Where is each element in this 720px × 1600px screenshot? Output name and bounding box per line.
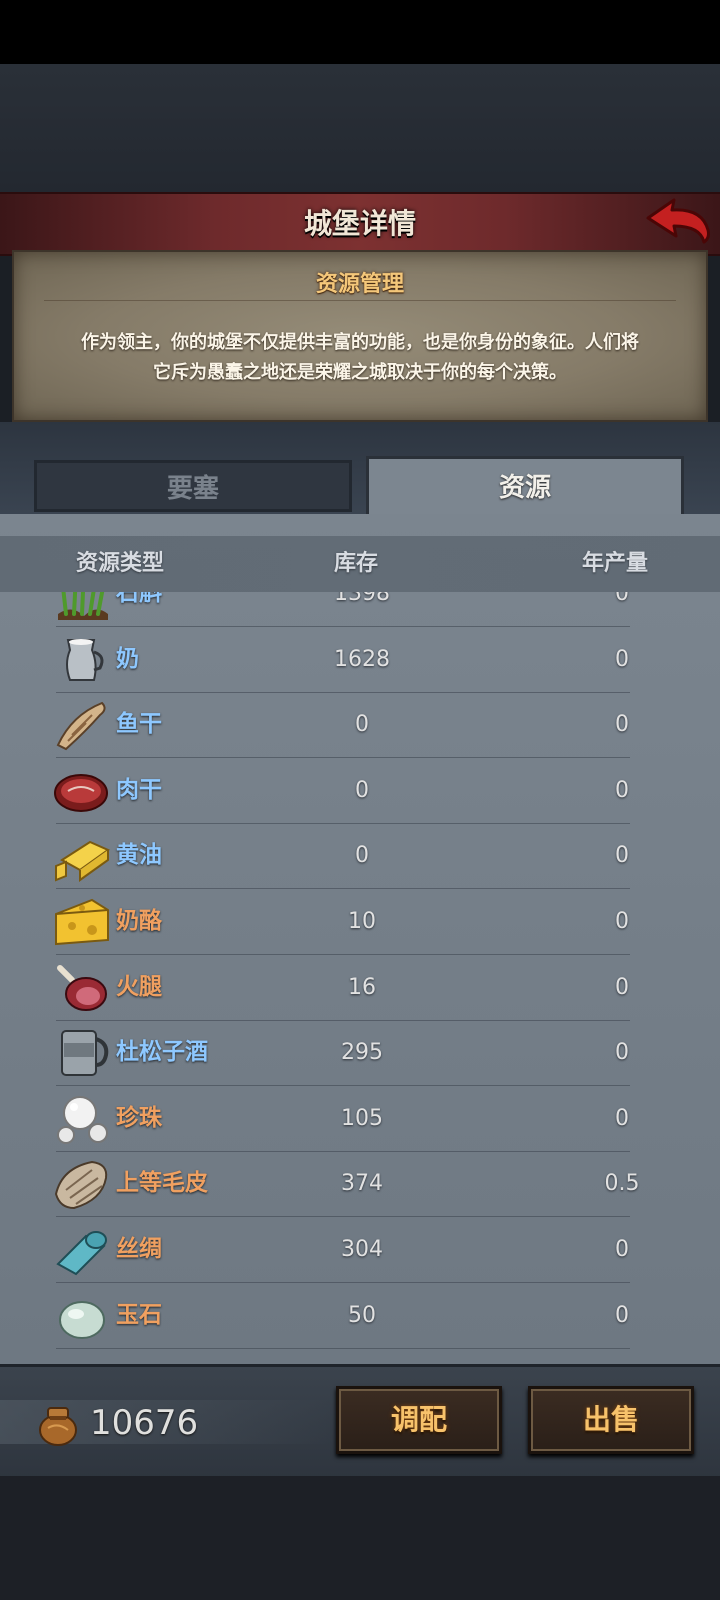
info-panel: 资源管理 作为领主，你的城堡不仅提供丰富的功能，也是你身份的象征。人们将 它斥为… xyxy=(12,250,708,422)
background-bottom xyxy=(0,1476,720,1600)
table-row[interactable]: 奶酪 10 0 xyxy=(0,888,720,955)
resource-name: 鱼干 xyxy=(116,711,162,738)
coin-count: 10676 xyxy=(90,1403,199,1443)
resource-name: 上等毛皮 xyxy=(116,1170,208,1197)
coin-bag-icon xyxy=(36,1400,80,1446)
resource-stock: 0 xyxy=(355,843,369,869)
resource-name: 奶 xyxy=(116,645,139,672)
resource-stock: 50 xyxy=(348,1302,376,1328)
resource-name: 火腿 xyxy=(116,973,162,1000)
resource-name: 珍珠 xyxy=(116,1104,162,1131)
resource-stock: 295 xyxy=(341,1040,383,1066)
resource-yield: 0 xyxy=(615,1040,629,1066)
butter-icon xyxy=(52,826,111,884)
jerky-icon xyxy=(52,761,110,819)
table-row[interactable]: 奶 1628 0 xyxy=(0,626,720,693)
table-row[interactable]: 石斛 1398 0 xyxy=(0,592,720,627)
resource-stock: 10 xyxy=(348,909,376,934)
dried-fish-icon xyxy=(52,695,110,753)
info-title: 资源管理 xyxy=(315,272,404,297)
table-row[interactable]: 玉石 50 0 xyxy=(0,1282,720,1349)
column-header-stock: 库存 xyxy=(334,551,379,576)
fur-icon xyxy=(52,1154,110,1212)
table-header: 资源类型 库存 年产量 xyxy=(0,536,720,592)
table-row[interactable]: 火腿 16 0 xyxy=(0,954,720,1021)
gin-tankard-icon xyxy=(52,1023,110,1081)
resource-yield: 0 xyxy=(615,1237,629,1262)
description-line: 它斥为愚蠢之地还是荣耀之城取决于你的每个决策。 xyxy=(153,362,567,383)
resource-yield: 0 xyxy=(615,1302,629,1328)
resource-list[interactable]: 石斛 1398 0 奶 1628 0 鱼干 0 0 肉干 0 0 黄油 0 0 奶酪 10 0 火腿 16 0 杜松子酒 2… xyxy=(0,592,720,1362)
pearl-icon xyxy=(52,1089,110,1147)
resource-stock: 0 xyxy=(355,777,369,803)
table-row[interactable]: 鱼干 0 0 xyxy=(0,691,720,759)
resource-yield: 0 xyxy=(615,909,629,934)
resource-yield: 0 xyxy=(615,646,629,672)
resource-yield: 0 xyxy=(615,1105,629,1131)
resource-name: 黄油 xyxy=(116,842,162,869)
milk-jug-icon xyxy=(52,630,110,688)
info-description: 作为领主，你的城堡不仅提供丰富的功能，也是你身份的象征。人们将 它斥为愚蠢之地还… xyxy=(44,328,676,388)
table-row[interactable]: 丝绸 304 0 xyxy=(0,1216,720,1283)
resource-name: 石斛 xyxy=(116,592,162,606)
resource-stock: 16 xyxy=(348,974,376,1000)
title-bar: 城堡详情 xyxy=(0,192,720,256)
column-header-yield: 年产量 xyxy=(582,551,649,576)
jade-icon xyxy=(52,1286,110,1344)
resource-stock: 1628 xyxy=(334,646,390,672)
description-line: 作为领主，你的城堡不仅提供丰富的功能，也是你身份的象征。人们将 xyxy=(81,332,639,353)
tab-resources[interactable]: 资源 xyxy=(366,456,684,516)
resource-name: 丝绸 xyxy=(116,1236,162,1262)
status-bar xyxy=(0,0,720,64)
silk-icon xyxy=(52,1220,110,1278)
ham-icon xyxy=(52,958,110,1016)
resource-name: 肉干 xyxy=(116,776,162,803)
table-row[interactable]: 黄油 0 0 xyxy=(0,822,720,890)
resource-stock: 0 xyxy=(355,712,369,738)
resource-stock: 105 xyxy=(341,1105,383,1131)
table-row[interactable]: 杜松子酒 295 0 xyxy=(0,1019,720,1087)
page-title: 城堡详情 xyxy=(303,207,416,240)
table-row[interactable]: 肉干 0 0 xyxy=(0,757,720,824)
row-divider xyxy=(56,1347,630,1349)
resource-stock: 374 xyxy=(341,1171,383,1197)
adjust-button[interactable]: 调配 xyxy=(336,1386,502,1454)
tab-fortress[interactable]: 要塞 xyxy=(34,460,352,512)
table-row[interactable]: 上等毛皮 374 0.5 xyxy=(0,1150,720,1218)
resource-stock: 304 xyxy=(341,1237,383,1262)
sell-button[interactable]: 出售 xyxy=(528,1386,694,1454)
column-header-type: 资源类型 xyxy=(76,551,165,576)
resource-yield: 0.5 xyxy=(604,1171,640,1197)
resource-name: 玉石 xyxy=(116,1301,162,1328)
resource-name: 奶酪 xyxy=(116,908,162,934)
resource-yield: 0 xyxy=(615,843,629,869)
resource-yield: 0 xyxy=(615,712,629,738)
resource-yield: 0 xyxy=(615,592,629,606)
resource-yield: 0 xyxy=(615,777,629,803)
resource-yield: 0 xyxy=(615,974,629,1000)
back-button[interactable] xyxy=(644,196,714,246)
table-row[interactable]: 珍珠 105 0 xyxy=(0,1085,720,1152)
resource-stock: 1398 xyxy=(334,592,390,606)
dendrobium-icon xyxy=(52,592,110,622)
background-top xyxy=(0,64,720,194)
cheese-icon xyxy=(52,892,110,950)
resource-name: 杜松子酒 xyxy=(116,1039,208,1066)
divider xyxy=(44,300,676,301)
back-arrow-icon xyxy=(646,198,710,244)
